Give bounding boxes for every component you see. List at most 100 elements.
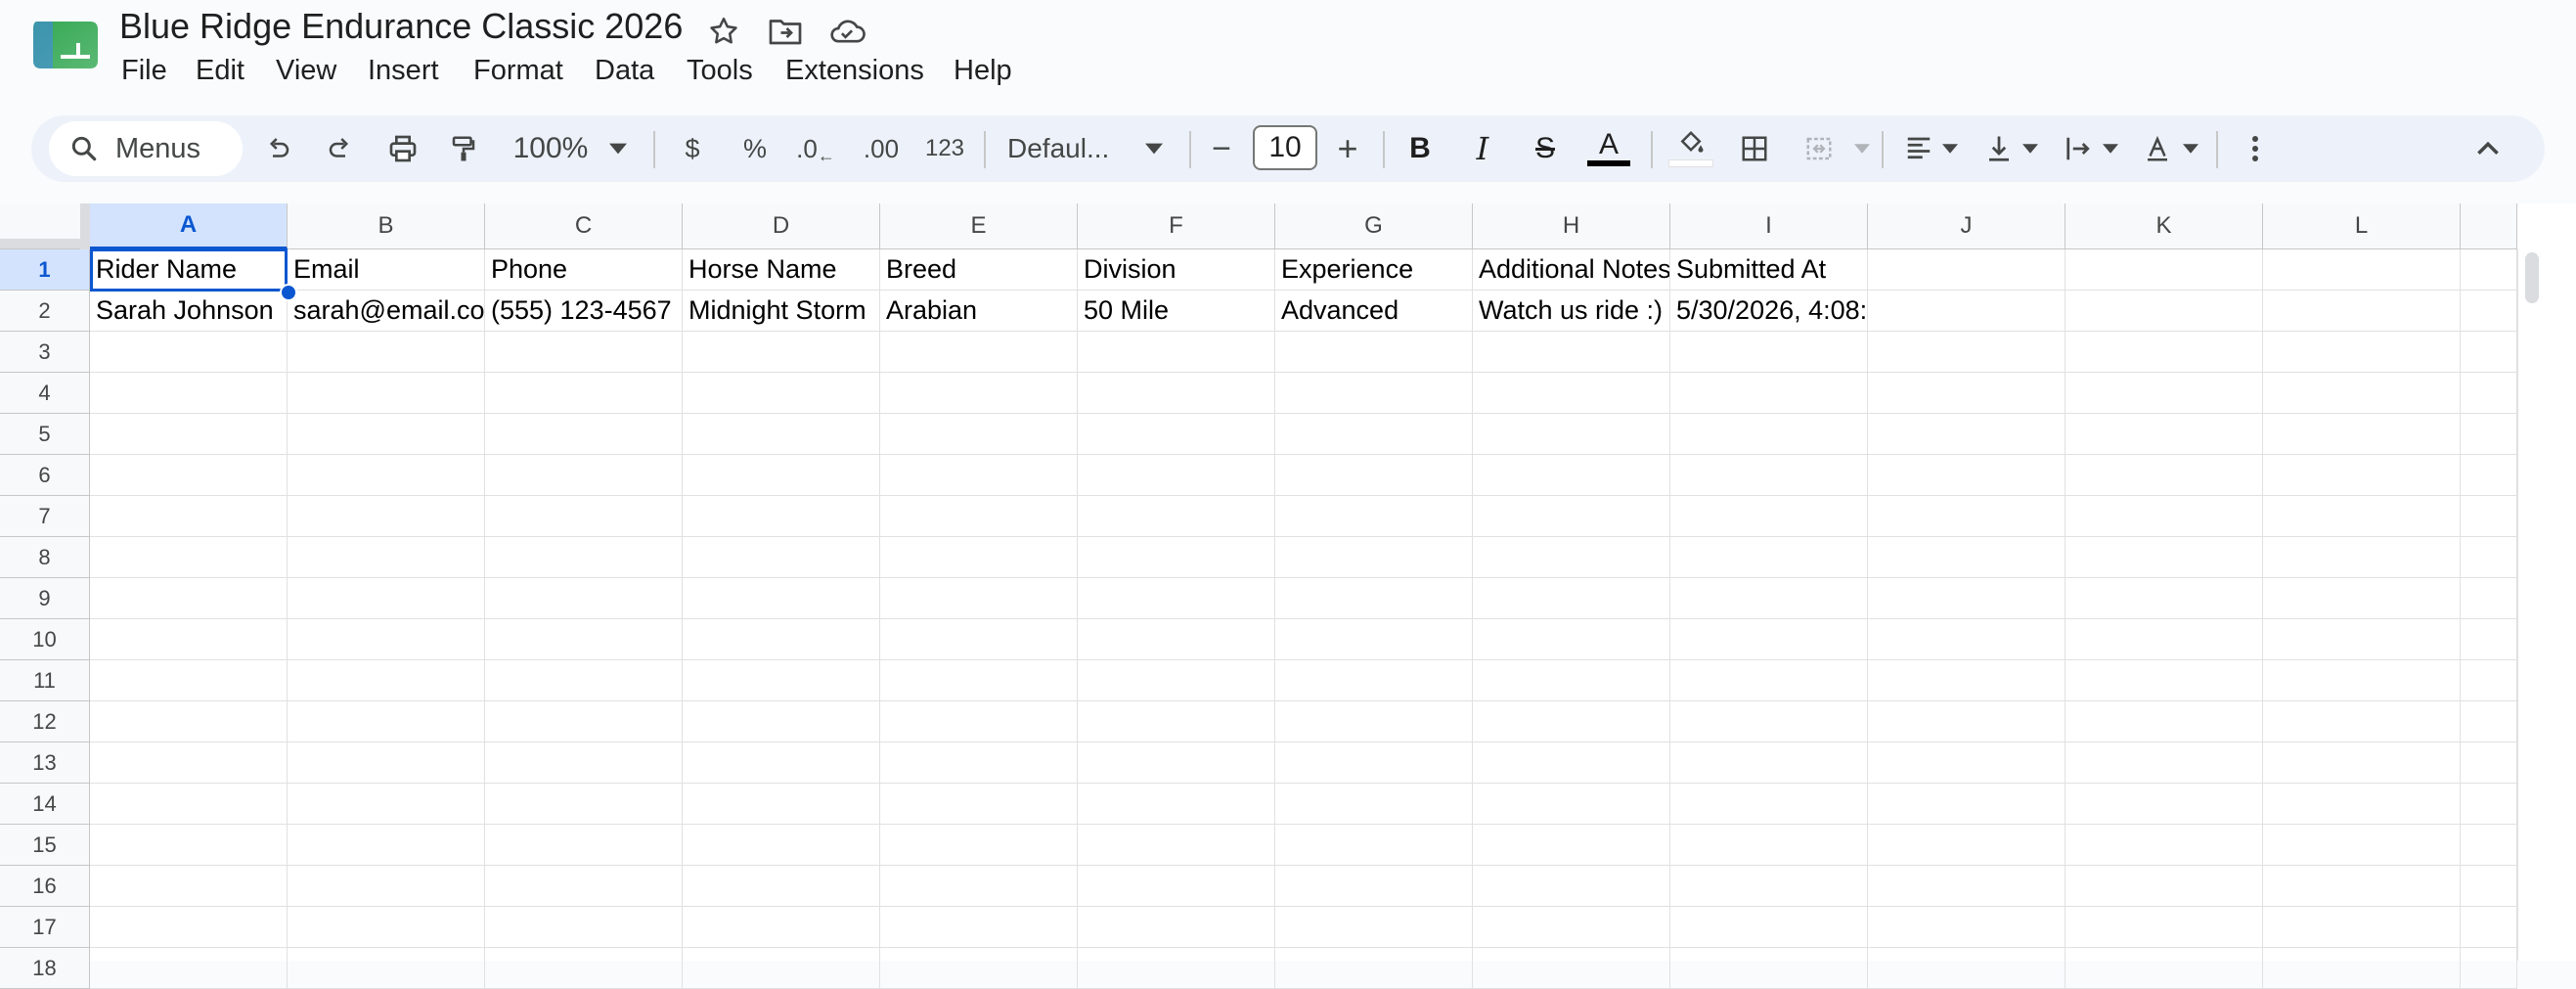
cell-d4[interactable]	[683, 373, 880, 414]
cell-f9[interactable]	[1078, 578, 1275, 619]
move-folder-icon[interactable]	[766, 12, 805, 51]
row-header-8[interactable]: 8	[0, 537, 90, 578]
cell-d2[interactable]: Midnight Storm	[683, 291, 880, 332]
column-header-l[interactable]: L	[2263, 203, 2461, 249]
cell-c15[interactable]	[485, 825, 683, 866]
cell-d10[interactable]	[683, 619, 880, 660]
row-header-11[interactable]: 11	[0, 660, 90, 701]
cell-i18[interactable]	[1670, 948, 1868, 989]
cell-a16[interactable]	[90, 866, 288, 907]
cell-c10[interactable]	[485, 619, 683, 660]
cell-f11[interactable]	[1078, 660, 1275, 701]
cell-j3[interactable]	[1868, 332, 2065, 373]
fill-color-icon[interactable]	[1668, 123, 1713, 174]
cell-l12[interactable]	[2263, 701, 2461, 742]
column-header-b[interactable]: B	[288, 203, 485, 249]
cell-j5[interactable]	[1868, 414, 2065, 455]
freeze-rows-handle[interactable]	[0, 239, 90, 248]
redo-icon[interactable]	[321, 123, 360, 174]
collapse-toolbar-icon[interactable]	[2470, 123, 2506, 174]
cell-l14[interactable]	[2263, 784, 2461, 825]
menu-format[interactable]: Format	[473, 55, 563, 87]
cell-k7[interactable]	[2065, 496, 2263, 537]
format-percent-button[interactable]: %	[735, 123, 775, 174]
undo-icon[interactable]	[258, 123, 297, 174]
cell-f7[interactable]	[1078, 496, 1275, 537]
strikethrough-button[interactable]: S	[1528, 123, 1563, 174]
column-header-d[interactable]: D	[683, 203, 880, 249]
cell-g12[interactable]	[1275, 701, 1473, 742]
cell-j10[interactable]	[1868, 619, 2065, 660]
cell-d12[interactable]	[683, 701, 880, 742]
cell-b14[interactable]	[288, 784, 485, 825]
column-header-c[interactable]: C	[485, 203, 683, 249]
cell-b9[interactable]	[288, 578, 485, 619]
cell-h13[interactable]	[1473, 742, 1670, 784]
row-header-2[interactable]: 2	[0, 291, 90, 332]
cell-c9[interactable]	[485, 578, 683, 619]
column-header-h[interactable]: H	[1473, 203, 1670, 249]
cell-k3[interactable]	[2065, 332, 2263, 373]
cell-f17[interactable]	[1078, 907, 1275, 948]
cell-b16[interactable]	[288, 866, 485, 907]
cell-g2[interactable]: Advanced	[1275, 291, 1473, 332]
cell-h3[interactable]	[1473, 332, 1670, 373]
cell-e10[interactable]	[880, 619, 1078, 660]
cell-j6[interactable]	[1868, 455, 2065, 496]
cell-l9[interactable]	[2263, 578, 2461, 619]
cell-f2[interactable]: 50 Mile	[1078, 291, 1275, 332]
cell-j4[interactable]	[1868, 373, 2065, 414]
cell-a6[interactable]	[90, 455, 288, 496]
cell-d11[interactable]	[683, 660, 880, 701]
menu-file[interactable]: File	[121, 55, 167, 87]
menu-insert[interactable]: Insert	[368, 55, 439, 87]
cell-a10[interactable]	[90, 619, 288, 660]
column-header-i[interactable]: I	[1670, 203, 1868, 249]
cell-i12[interactable]	[1670, 701, 1868, 742]
cell-k2[interactable]	[2065, 291, 2263, 332]
cell-b10[interactable]	[288, 619, 485, 660]
menu-tools[interactable]: Tools	[687, 55, 753, 87]
cell-a3[interactable]	[90, 332, 288, 373]
cell-e2[interactable]: Arabian	[880, 291, 1078, 332]
cell-b15[interactable]	[288, 825, 485, 866]
cell-k1[interactable]	[2065, 249, 2263, 291]
font-size-input[interactable]: 10	[1253, 125, 1317, 170]
cell-e11[interactable]	[880, 660, 1078, 701]
cell-l17[interactable]	[2263, 907, 2461, 948]
cell-j11[interactable]	[1868, 660, 2065, 701]
merge-dropdown-icon[interactable]	[1852, 123, 1872, 174]
cell-h11[interactable]	[1473, 660, 1670, 701]
cell-h18[interactable]	[1473, 948, 1670, 989]
row-header-5[interactable]: 5	[0, 414, 90, 455]
row-header-4[interactable]: 4	[0, 373, 90, 414]
cell-f18[interactable]	[1078, 948, 1275, 989]
cell-l8[interactable]	[2263, 537, 2461, 578]
row-header-14[interactable]: 14	[0, 784, 90, 825]
cell-g11[interactable]	[1275, 660, 1473, 701]
cell-j16[interactable]	[1868, 866, 2065, 907]
cell-h9[interactable]	[1473, 578, 1670, 619]
row-header-6[interactable]: 6	[0, 455, 90, 496]
cell-b13[interactable]	[288, 742, 485, 784]
cell-l3[interactable]	[2263, 332, 2461, 373]
cell-d1[interactable]: Horse Name	[683, 249, 880, 291]
bold-button[interactable]: B	[1402, 123, 1438, 174]
font-family-select[interactable]: Defaul...	[1007, 123, 1125, 174]
cell-c13[interactable]	[485, 742, 683, 784]
borders-icon[interactable]	[1735, 123, 1774, 174]
cell-k4[interactable]	[2065, 373, 2263, 414]
fill-handle[interactable]	[280, 284, 297, 301]
cell-e3[interactable]	[880, 332, 1078, 373]
cell-e15[interactable]	[880, 825, 1078, 866]
cell-j18[interactable]	[1868, 948, 2065, 989]
cell-c6[interactable]	[485, 455, 683, 496]
cell-i4[interactable]	[1670, 373, 1868, 414]
cell-j7[interactable]	[1868, 496, 2065, 537]
cell-b18[interactable]	[288, 948, 485, 989]
cell-d16[interactable]	[683, 866, 880, 907]
cell-h8[interactable]	[1473, 537, 1670, 578]
horizontal-align-icon[interactable]	[1899, 123, 1938, 174]
row-header-15[interactable]: 15	[0, 825, 90, 866]
cell-d7[interactable]	[683, 496, 880, 537]
